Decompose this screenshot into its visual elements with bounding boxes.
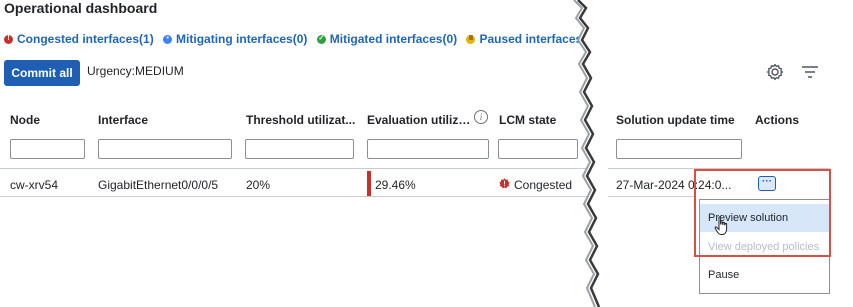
column-header-actions: Actions [755, 113, 800, 127]
pause-icon: II [466, 34, 476, 44]
check-icon: ✓ [316, 34, 326, 44]
status-mitigating[interactable]: • Mitigating interfaces(0) [163, 32, 307, 46]
filter-input-interface[interactable] [98, 139, 232, 159]
column-header-evaluation[interactable]: Evaluation utiliza... [367, 113, 473, 127]
congested-icon [499, 178, 510, 189]
torn-edge-divider [573, 0, 608, 307]
filter-input-threshold[interactable] [245, 139, 354, 159]
filter-input-node[interactable] [10, 139, 85, 159]
menu-item-pause[interactable]: Pause [700, 261, 829, 289]
info-icon[interactable]: i [474, 110, 488, 124]
cell-threshold: 20% [246, 178, 271, 192]
column-header-interface[interactable]: Interface [98, 113, 238, 127]
urgency-value: MEDIUM [135, 64, 184, 78]
status-summary: ! Congested interfaces(1) • Mitigating i… [4, 32, 592, 47]
filter-input-evaluation[interactable] [367, 139, 489, 159]
column-header-solution-time[interactable]: Solution update time [616, 113, 746, 127]
urgency-indicator: Urgency:MEDIUM [87, 64, 184, 78]
column-header-node[interactable]: Node [10, 113, 90, 127]
commit-all-button[interactable]: Commit all [4, 60, 80, 86]
status-congested[interactable]: ! Congested interfaces(1) [4, 32, 154, 46]
urgency-label: Urgency: [87, 64, 136, 78]
page-title: Operational dashboard [4, 0, 158, 16]
filter-input-solution-time[interactable] [616, 139, 742, 159]
status-congested-label: Congested interfaces(1) [17, 32, 154, 46]
filter-icon[interactable] [801, 64, 819, 80]
status-mitigating-label: Mitigating interfaces(0) [176, 32, 308, 46]
error-icon: ! [4, 34, 13, 44]
cell-solution-time-a: 27-Mar-2024 0 [616, 178, 695, 192]
status-mitigated[interactable]: ✓ Mitigated interfaces(0) [316, 32, 458, 46]
in-progress-icon: • [163, 34, 173, 44]
gear-icon[interactable] [766, 63, 784, 81]
callout-highlight-box [694, 169, 831, 257]
congestion-indicator-bar [367, 171, 371, 196]
column-header-lcm-state[interactable]: LCM state [499, 113, 569, 127]
cell-interface: GigabitEthernet0/0/0/5 [98, 178, 219, 192]
cell-node: cw-xrv54 [10, 178, 59, 192]
hand-cursor-icon [714, 216, 728, 235]
column-header-threshold[interactable]: Threshold utilizat... [246, 113, 358, 127]
cell-evaluation: 29.46% [375, 178, 416, 192]
status-mitigated-label: Mitigated interfaces(0) [329, 32, 458, 46]
